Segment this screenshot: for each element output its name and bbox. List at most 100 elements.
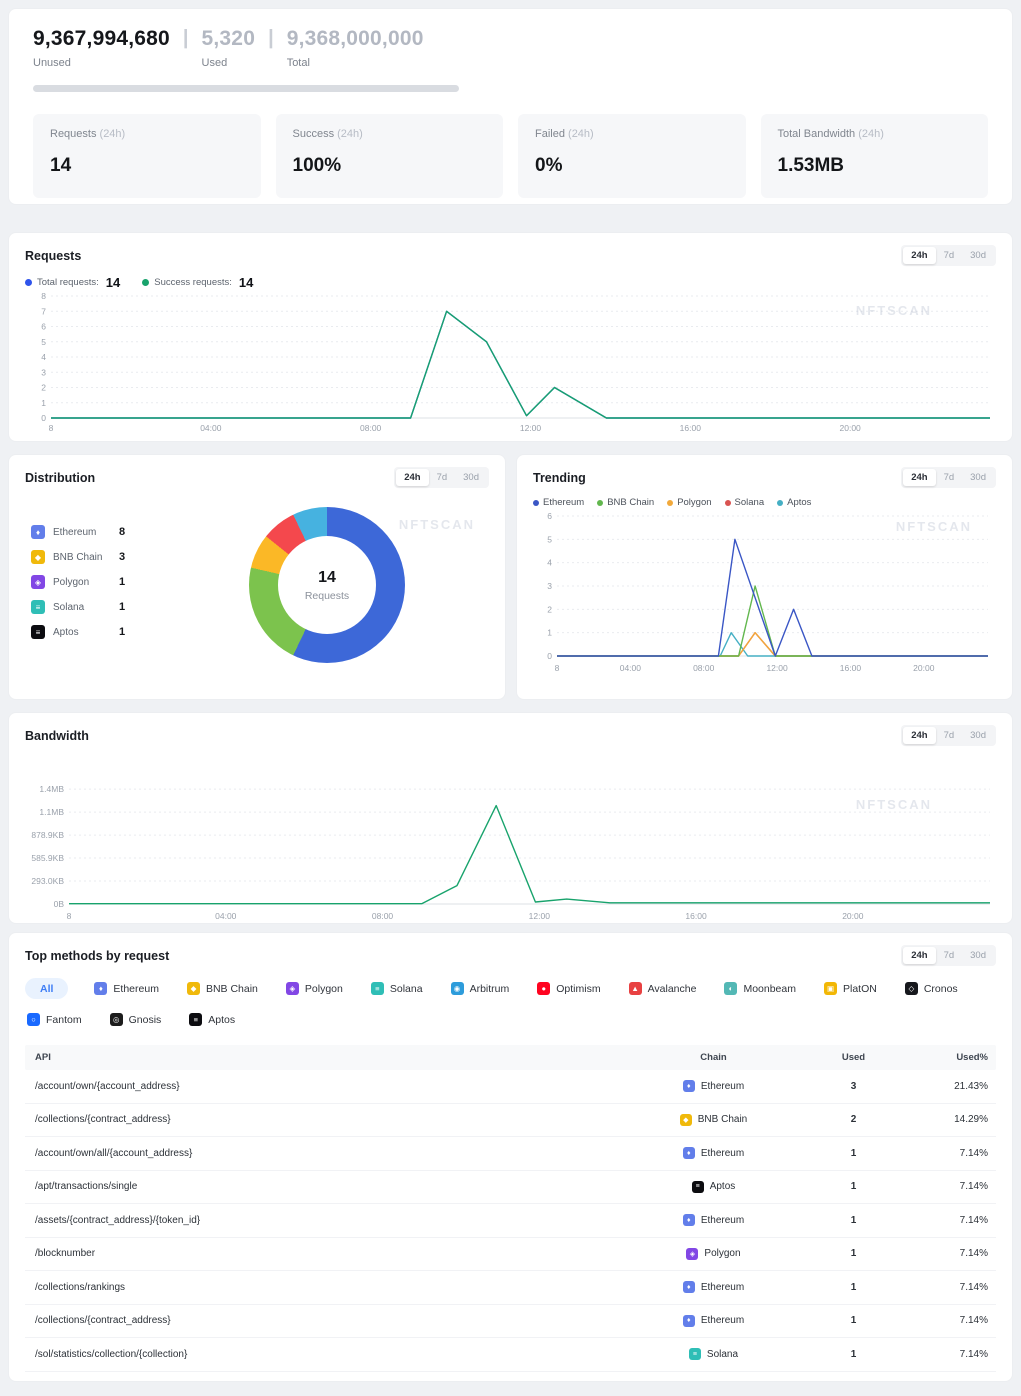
legend-dot-icon bbox=[777, 500, 783, 506]
distribution-legend-aptos: ≡Aptos1 bbox=[31, 625, 125, 639]
chain-filter-solana[interactable]: ≡Solana bbox=[369, 978, 425, 999]
used-count: 1 bbox=[791, 1215, 916, 1226]
range-option-24h[interactable]: 24h bbox=[903, 469, 935, 486]
used-percent: 7.14% bbox=[916, 1248, 996, 1259]
top-methods-panel: Top methods by request 24h7d30d All♦Ethe… bbox=[8, 932, 1013, 1382]
bandwidth-panel: Bandwidth 24h7d30d NFTSCAN 0B293.0KB585.… bbox=[8, 712, 1013, 924]
chain-name: Aptos bbox=[53, 627, 119, 638]
chain-cell: ≡Solana bbox=[636, 1348, 791, 1360]
used-percent: 7.14% bbox=[916, 1282, 996, 1293]
chain-filter-label: PlatON bbox=[843, 983, 877, 995]
used-percent: 7.14% bbox=[916, 1215, 996, 1226]
svg-text:585.9KB: 585.9KB bbox=[31, 853, 64, 863]
trending-legend-aptos[interactable]: Aptos bbox=[777, 497, 811, 508]
used-percent: 14.29% bbox=[916, 1114, 996, 1125]
chain-filter-ethereum[interactable]: ♦Ethereum bbox=[92, 978, 161, 999]
range-option-24h[interactable]: 24h bbox=[903, 247, 935, 264]
legend-total-requests: Total requests:14 bbox=[25, 275, 120, 290]
range-option-7d[interactable]: 7d bbox=[429, 469, 456, 486]
trending-legend-solana[interactable]: Solana bbox=[725, 497, 765, 508]
used-percent: 7.14% bbox=[916, 1181, 996, 1192]
chain-filter-moonbeam[interactable]: ◐Moonbeam bbox=[722, 978, 798, 999]
legend-dot-icon bbox=[533, 500, 539, 506]
stat-card-failed: Failed (24h)0% bbox=[518, 114, 746, 198]
range-option-7d[interactable]: 7d bbox=[936, 247, 963, 264]
chain-name: Ethereum bbox=[701, 1215, 744, 1226]
used-label: Used bbox=[202, 57, 256, 69]
chain-filter-all[interactable]: All bbox=[25, 978, 68, 999]
requests-panel: Requests 24h7d30d Total requests:14Succe… bbox=[8, 232, 1013, 442]
range-option-30d[interactable]: 30d bbox=[962, 469, 994, 486]
range-option-7d[interactable]: 7d bbox=[936, 947, 963, 964]
usage-progress-bar bbox=[33, 85, 459, 92]
ethereum-chain-icon: ♦ bbox=[683, 1214, 695, 1226]
svg-text:878.9KB: 878.9KB bbox=[31, 830, 64, 840]
svg-text:8: 8 bbox=[555, 663, 560, 673]
stat-value: 0% bbox=[535, 155, 729, 177]
api-path: /sol/statistics/collection/{collection} bbox=[25, 1349, 636, 1360]
used-percent: 7.14% bbox=[916, 1349, 996, 1360]
chain-filter-arbitrum[interactable]: ◉Arbitrum bbox=[449, 978, 512, 999]
svg-text:0: 0 bbox=[41, 413, 46, 423]
requests-range-selector: 24h7d30d bbox=[901, 245, 996, 266]
chain-filter-platon[interactable]: ▣PlatON bbox=[822, 978, 879, 999]
chain-filter-aptos[interactable]: ≡Aptos bbox=[187, 1009, 237, 1030]
unused-label: Unused bbox=[33, 57, 170, 69]
range-option-30d[interactable]: 30d bbox=[962, 727, 994, 744]
used-count: 1 bbox=[791, 1148, 916, 1159]
used-count: 1 bbox=[791, 1315, 916, 1326]
trending-legend-polygon[interactable]: Polygon bbox=[667, 497, 711, 508]
api-path: /collections/rankings bbox=[25, 1282, 636, 1293]
chain-filter-fantom[interactable]: ○Fantom bbox=[25, 1009, 84, 1030]
range-option-30d[interactable]: 30d bbox=[962, 947, 994, 964]
optimism-chain-icon: ● bbox=[537, 982, 550, 995]
bandwidth-panel-title: Bandwidth bbox=[25, 729, 89, 743]
chain-name: Ethereum bbox=[701, 1148, 744, 1159]
range-option-24h[interactable]: 24h bbox=[903, 947, 935, 964]
range-option-30d[interactable]: 30d bbox=[962, 247, 994, 264]
range-option-7d[interactable]: 7d bbox=[936, 727, 963, 744]
chain-cell: ◆BNB Chain bbox=[636, 1114, 791, 1126]
chain-filter-optimism[interactable]: ● Optimism bbox=[535, 978, 602, 999]
api-path: /collections/{contract_address} bbox=[25, 1114, 636, 1125]
trending-legend-ethereum[interactable]: Ethereum bbox=[533, 497, 584, 508]
svg-text:5: 5 bbox=[41, 337, 46, 347]
svg-text:20:00: 20:00 bbox=[840, 423, 862, 433]
range-option-24h[interactable]: 24h bbox=[396, 469, 428, 486]
legend-dot-icon bbox=[25, 279, 32, 286]
column-header-api: API bbox=[25, 1052, 636, 1063]
aptos-chain-icon: ≡ bbox=[189, 1013, 202, 1026]
chain-filter-bnb[interactable]: ◆BNB Chain bbox=[185, 978, 260, 999]
stat-card-requests: Requests (24h)14 bbox=[33, 114, 261, 198]
range-option-7d[interactable]: 7d bbox=[936, 469, 963, 486]
svg-text:16:00: 16:00 bbox=[680, 423, 702, 433]
chain-cell: ♦Ethereum bbox=[636, 1080, 791, 1092]
svg-text:1.1MB: 1.1MB bbox=[39, 807, 64, 817]
chain-filter-cronos[interactable]: ◇Cronos bbox=[903, 978, 960, 999]
trending-legend-bnb-chain[interactable]: BNB Chain bbox=[597, 497, 654, 508]
legend-dot-icon bbox=[725, 500, 731, 506]
chain-filter-polygon[interactable]: ◈Polygon bbox=[284, 978, 345, 999]
table-row: /statistics/ranking/marketcap◆BNB Chain1… bbox=[25, 1372, 996, 1383]
svg-text:6: 6 bbox=[41, 322, 46, 332]
distribution-panel: Distribution 24h7d30d NFTSCAN ♦Ethereum8… bbox=[8, 454, 506, 700]
trending-panel-title: Trending bbox=[533, 471, 586, 485]
legend-label: Solana bbox=[735, 497, 765, 508]
quota-summary: 9,367,994,680 Unused | 5,320 Used | 9,36… bbox=[33, 27, 988, 69]
svg-text:12:00: 12:00 bbox=[529, 911, 551, 921]
total-value: 9,368,000,000 bbox=[287, 27, 424, 51]
chain-filter-gnosis[interactable]: ◎Gnosis bbox=[108, 1009, 164, 1030]
chain-filter-avalanche[interactable]: ▲Avalanche bbox=[627, 978, 699, 999]
trending-line-chart: 0123456804:0008:0012:0016:0020:00 bbox=[533, 508, 996, 676]
range-option-30d[interactable]: 30d bbox=[455, 469, 487, 486]
chain-name: Ethereum bbox=[701, 1315, 744, 1326]
unused-value: 9,367,994,680 bbox=[33, 27, 170, 51]
ethereum-chain-icon: ♦ bbox=[683, 1281, 695, 1293]
chain-filter-label: BNB Chain bbox=[206, 983, 258, 995]
trending-range-selector: 24h7d30d bbox=[901, 467, 996, 488]
chain-filter-label: Optimism bbox=[556, 983, 600, 995]
range-option-24h[interactable]: 24h bbox=[903, 727, 935, 744]
api-path: /account/own/all/{account_address} bbox=[25, 1148, 636, 1159]
svg-text:0: 0 bbox=[547, 651, 552, 661]
chain-request-count: 1 bbox=[119, 626, 125, 638]
